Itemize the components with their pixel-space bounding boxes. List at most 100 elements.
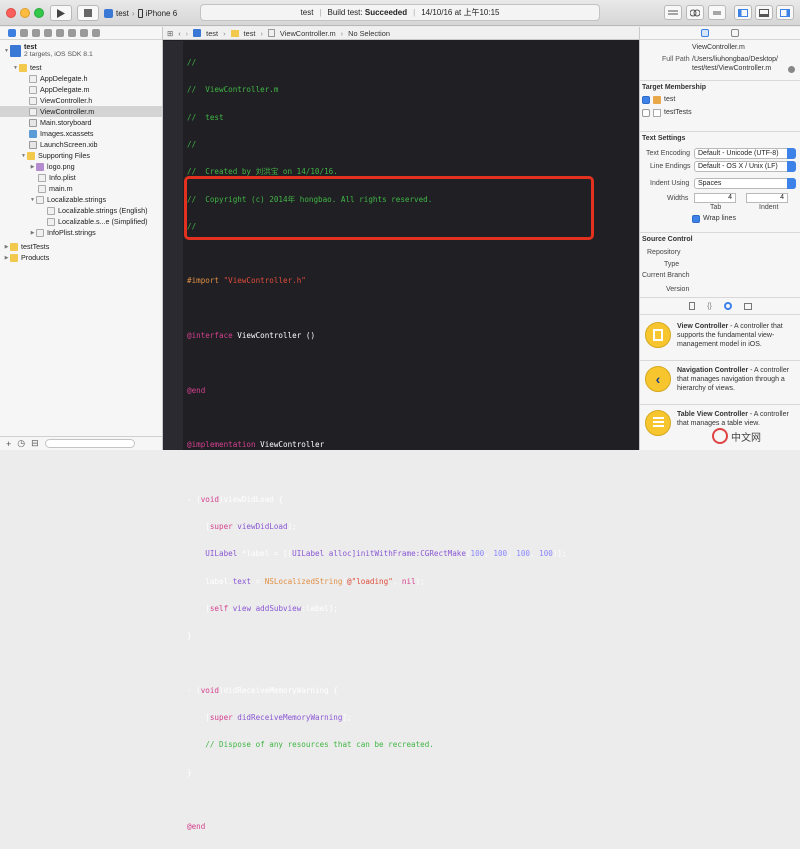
warning-icon[interactable] xyxy=(44,29,52,37)
indent-width-field[interactable]: 4 xyxy=(746,193,788,203)
folder-icon[interactable] xyxy=(8,29,16,37)
text-encoding-select[interactable]: Default - Unicode (UTF-8) xyxy=(694,148,796,159)
file-row[interactable]: ▼ Localizable.strings xyxy=(0,194,162,205)
standard-editor-button[interactable] xyxy=(664,5,682,20)
back-icon[interactable]: ‹ xyxy=(178,29,180,38)
media-library-icon[interactable] xyxy=(743,302,752,310)
folder-icon xyxy=(10,242,18,251)
stop-button[interactable] xyxy=(77,5,99,21)
target-testtests-checkbox[interactable] xyxy=(642,109,650,117)
code-snippet-icon[interactable]: {} xyxy=(707,303,712,310)
file-row[interactable]: Main.storyboard xyxy=(0,117,162,128)
file-row[interactable]: LaunchScreen.xib xyxy=(0,139,162,150)
close-window-button[interactable] xyxy=(6,8,16,18)
file-row[interactable]: Localizable.strings (English) xyxy=(0,205,162,216)
disclosure-triangle-icon[interactable]: ▼ xyxy=(29,197,36,203)
wrap-lines-checkbox[interactable] xyxy=(692,215,700,223)
assistant-editor-button[interactable] xyxy=(686,5,704,20)
disclosure-triangle-icon[interactable]: ▶ xyxy=(29,164,36,170)
file-row[interactable]: AppDelegate.m xyxy=(0,84,162,95)
file-row[interactable]: AppDelegate.h xyxy=(0,73,162,84)
disclosure-triangle-icon[interactable]: ▶ xyxy=(3,244,10,250)
file-label: Images.xcassets xyxy=(40,129,94,138)
fullscreen-window-button[interactable] xyxy=(34,8,44,18)
file-inspector-icon[interactable] xyxy=(701,29,709,37)
disclosure-triangle-icon[interactable]: ▶ xyxy=(3,255,10,261)
divider xyxy=(640,297,800,298)
toggle-debug-area-button[interactable] xyxy=(755,5,773,20)
file-row[interactable]: ▶ logo.png xyxy=(0,161,162,172)
file-row[interactable]: main.m xyxy=(0,183,162,194)
utilities-inspector: ViewController.m Full Path /Users/liuhon… xyxy=(639,27,800,450)
jump-file[interactable]: ViewController.m xyxy=(280,29,336,38)
group-row[interactable]: ▶ testTests xyxy=(0,241,162,252)
status-project: test xyxy=(300,8,314,17)
clock-icon[interactable]: ◷ xyxy=(17,438,25,449)
code-token: UILabel xyxy=(292,549,325,559)
related-items-icon[interactable]: ⊞ xyxy=(167,29,173,38)
file-row[interactable]: Info.plist xyxy=(0,172,162,183)
library-item-view-controller[interactable]: View Controller - A controller that supp… xyxy=(640,319,800,359)
scheme-name: test xyxy=(116,8,129,18)
filter-icon[interactable]: ⊟ xyxy=(31,438,39,449)
tab-width-field[interactable]: 4 xyxy=(694,193,736,203)
file-label: Localizable.strings (English) xyxy=(58,206,148,215)
code-token: CGRectMake xyxy=(420,549,466,559)
symbol-icon[interactable] xyxy=(20,29,28,37)
file-row[interactable]: ViewController.h xyxy=(0,95,162,106)
toggle-navigator-button[interactable] xyxy=(734,5,752,20)
library-item-text: Table View Controller - A controller tha… xyxy=(677,411,789,427)
code-token: , xyxy=(507,549,517,559)
file-row[interactable]: Localizable.s...e (Simplified) xyxy=(0,216,162,227)
group-row[interactable]: ▼ test xyxy=(0,62,162,73)
code-text[interactable]: // // ViewController.m // test // // Cre… xyxy=(187,40,567,849)
project-root-row[interactable]: ▼ test 2 targets, iOS SDK 8.1 xyxy=(0,41,162,61)
target-test-label: test xyxy=(664,96,676,103)
group-row[interactable]: ▶ Products xyxy=(0,252,162,263)
strings-file-icon xyxy=(47,217,55,226)
file-row-selected[interactable]: ViewController.m xyxy=(0,106,162,117)
code-token: ]; xyxy=(287,521,297,531)
jump-selection[interactable]: No Selection xyxy=(348,29,390,38)
disclosure-triangle-icon[interactable]: ▼ xyxy=(12,65,19,71)
test-icon[interactable] xyxy=(56,29,64,37)
group-row[interactable]: ▼ Supporting Files xyxy=(0,150,162,161)
code-token: *label = [[ xyxy=(237,549,293,559)
version-editor-button[interactable] xyxy=(708,5,726,20)
object-library-icon[interactable] xyxy=(723,302,732,310)
run-button[interactable] xyxy=(50,5,72,21)
disclosure-triangle-icon[interactable]: ▶ xyxy=(29,230,36,236)
breakpoint-icon[interactable] xyxy=(80,29,88,37)
add-icon[interactable]: + xyxy=(6,439,11,449)
indent-using-select[interactable]: Spaces xyxy=(694,178,796,189)
file-row[interactable]: Images.xcassets xyxy=(0,128,162,139)
reveal-in-finder-icon[interactable] xyxy=(788,66,795,73)
divider xyxy=(640,131,800,132)
search-icon[interactable] xyxy=(32,29,40,37)
file-label: ViewController.m xyxy=(40,107,95,116)
code-line: - (void)viewDidLoad { xyxy=(187,495,567,504)
library-item-navigation-controller[interactable]: ‹ Navigation Controller - A controller t… xyxy=(640,363,800,403)
assistant-icon xyxy=(690,9,700,16)
forward-icon[interactable]: › xyxy=(186,29,188,38)
indent-using-value: Spaces xyxy=(698,180,722,187)
quick-help-icon[interactable] xyxy=(731,29,739,37)
jump-project[interactable]: test xyxy=(206,29,218,38)
toggle-utilities-button[interactable] xyxy=(776,5,794,20)
jump-folder[interactable]: test xyxy=(244,29,256,38)
scheme-selector[interactable]: test › iPhone 6 xyxy=(104,5,177,21)
target-test-checkbox[interactable] xyxy=(642,96,650,104)
disclosure-triangle-icon[interactable]: ▼ xyxy=(3,48,10,54)
code-token: )didReceiveMemoryWarning { xyxy=(219,685,338,695)
file-label: AppDelegate.m xyxy=(40,85,90,94)
project-subtitle: 2 targets, iOS SDK 8.1 xyxy=(24,51,93,58)
project-name: test xyxy=(24,42,37,51)
filter-input[interactable] xyxy=(44,439,135,448)
file-row[interactable]: ▶ InfoPlist.strings xyxy=(0,227,162,238)
file-template-icon[interactable] xyxy=(689,302,696,310)
minimize-window-button[interactable] xyxy=(20,8,30,18)
debug-icon[interactable] xyxy=(68,29,76,37)
line-endings-select[interactable]: Default - OS X / Unix (LF) xyxy=(694,161,796,172)
disclosure-triangle-icon[interactable]: ▼ xyxy=(20,153,27,159)
report-icon[interactable] xyxy=(92,29,100,37)
